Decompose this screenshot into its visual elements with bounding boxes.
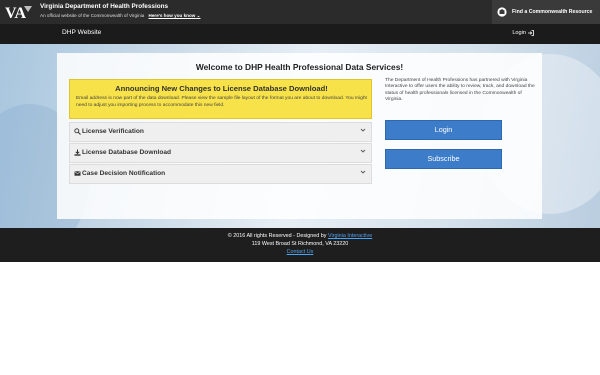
find-resource-label: Find a Commonwealth Resource (512, 9, 593, 15)
agency-title: Virginia Department of Health Profession… (40, 3, 169, 10)
main-navbar: DHP Website Login (0, 24, 600, 44)
search-icon (74, 128, 81, 135)
dhp-website-link[interactable]: DHP Website (62, 29, 101, 36)
designer-link[interactable]: Virginia Interactive (328, 233, 372, 239)
address-text: 119 West Broad St Richmond, VA 23220 (251, 241, 349, 247)
subscribe-button[interactable]: Subscribe (385, 149, 502, 169)
partnership-description: The Department of Health Professions has… (385, 78, 535, 103)
accordion-label: License Database Download (82, 149, 172, 156)
login-button[interactable]: Login (385, 120, 502, 140)
download-icon (74, 149, 81, 156)
official-website-text: An official website of the Commonwealth … (40, 13, 200, 19)
contact-us-link[interactable]: Contact Us (0, 249, 600, 255)
accordion-license-verification[interactable]: License Verification (69, 122, 372, 142)
login-link[interactable]: Login (512, 30, 534, 36)
heres-how-link[interactable]: Here's how you know ⌄ (149, 13, 201, 18)
welcome-panel: Welcome to DHP Health Professional Data … (57, 53, 542, 219)
announcement-title: Announcing New Changes to License Databa… (115, 84, 328, 93)
announcement-box: Announcing New Changes to License Databa… (69, 79, 372, 119)
chevron-down-icon (360, 149, 366, 153)
commonwealth-bar: VA Virginia Department of Health Profess… (0, 0, 600, 24)
svg-text:VA: VA (5, 5, 26, 22)
building-icon (497, 7, 507, 17)
chevron-down-icon (360, 128, 366, 132)
footer: © 2016 All rights Reserved - Designed by… (0, 228, 600, 262)
accordion-label: Case Decision Notification (82, 170, 166, 177)
accordion-case-decision-notification[interactable]: Case Decision Notification (69, 164, 372, 184)
hero-section: Welcome to DHP Health Professional Data … (0, 44, 600, 228)
virginia-logo-icon[interactable]: VA (4, 2, 34, 22)
login-label: Login (512, 30, 526, 36)
chevron-down-icon (360, 170, 366, 174)
page-title: Welcome to DHP Health Professional Data … (195, 62, 404, 72)
announcement-body: Email address is now part of the data do… (76, 96, 367, 108)
copyright-label: © 2016 All rights Reserved - Designed by (227, 233, 327, 239)
accordion-license-database-download[interactable]: License Database Download (69, 143, 372, 163)
accordion-label: License Verification (82, 128, 144, 135)
sign-in-icon (528, 30, 534, 36)
copyright-text: © 2016 All rights Reserved - Designed by… (0, 233, 600, 239)
official-text: An official website of the Commonwealth … (40, 13, 145, 18)
envelope-icon (74, 171, 81, 176)
chevron-down-icon: ⌄ (196, 13, 201, 18)
find-resource-button[interactable]: Find a Commonwealth Resource (492, 0, 600, 24)
